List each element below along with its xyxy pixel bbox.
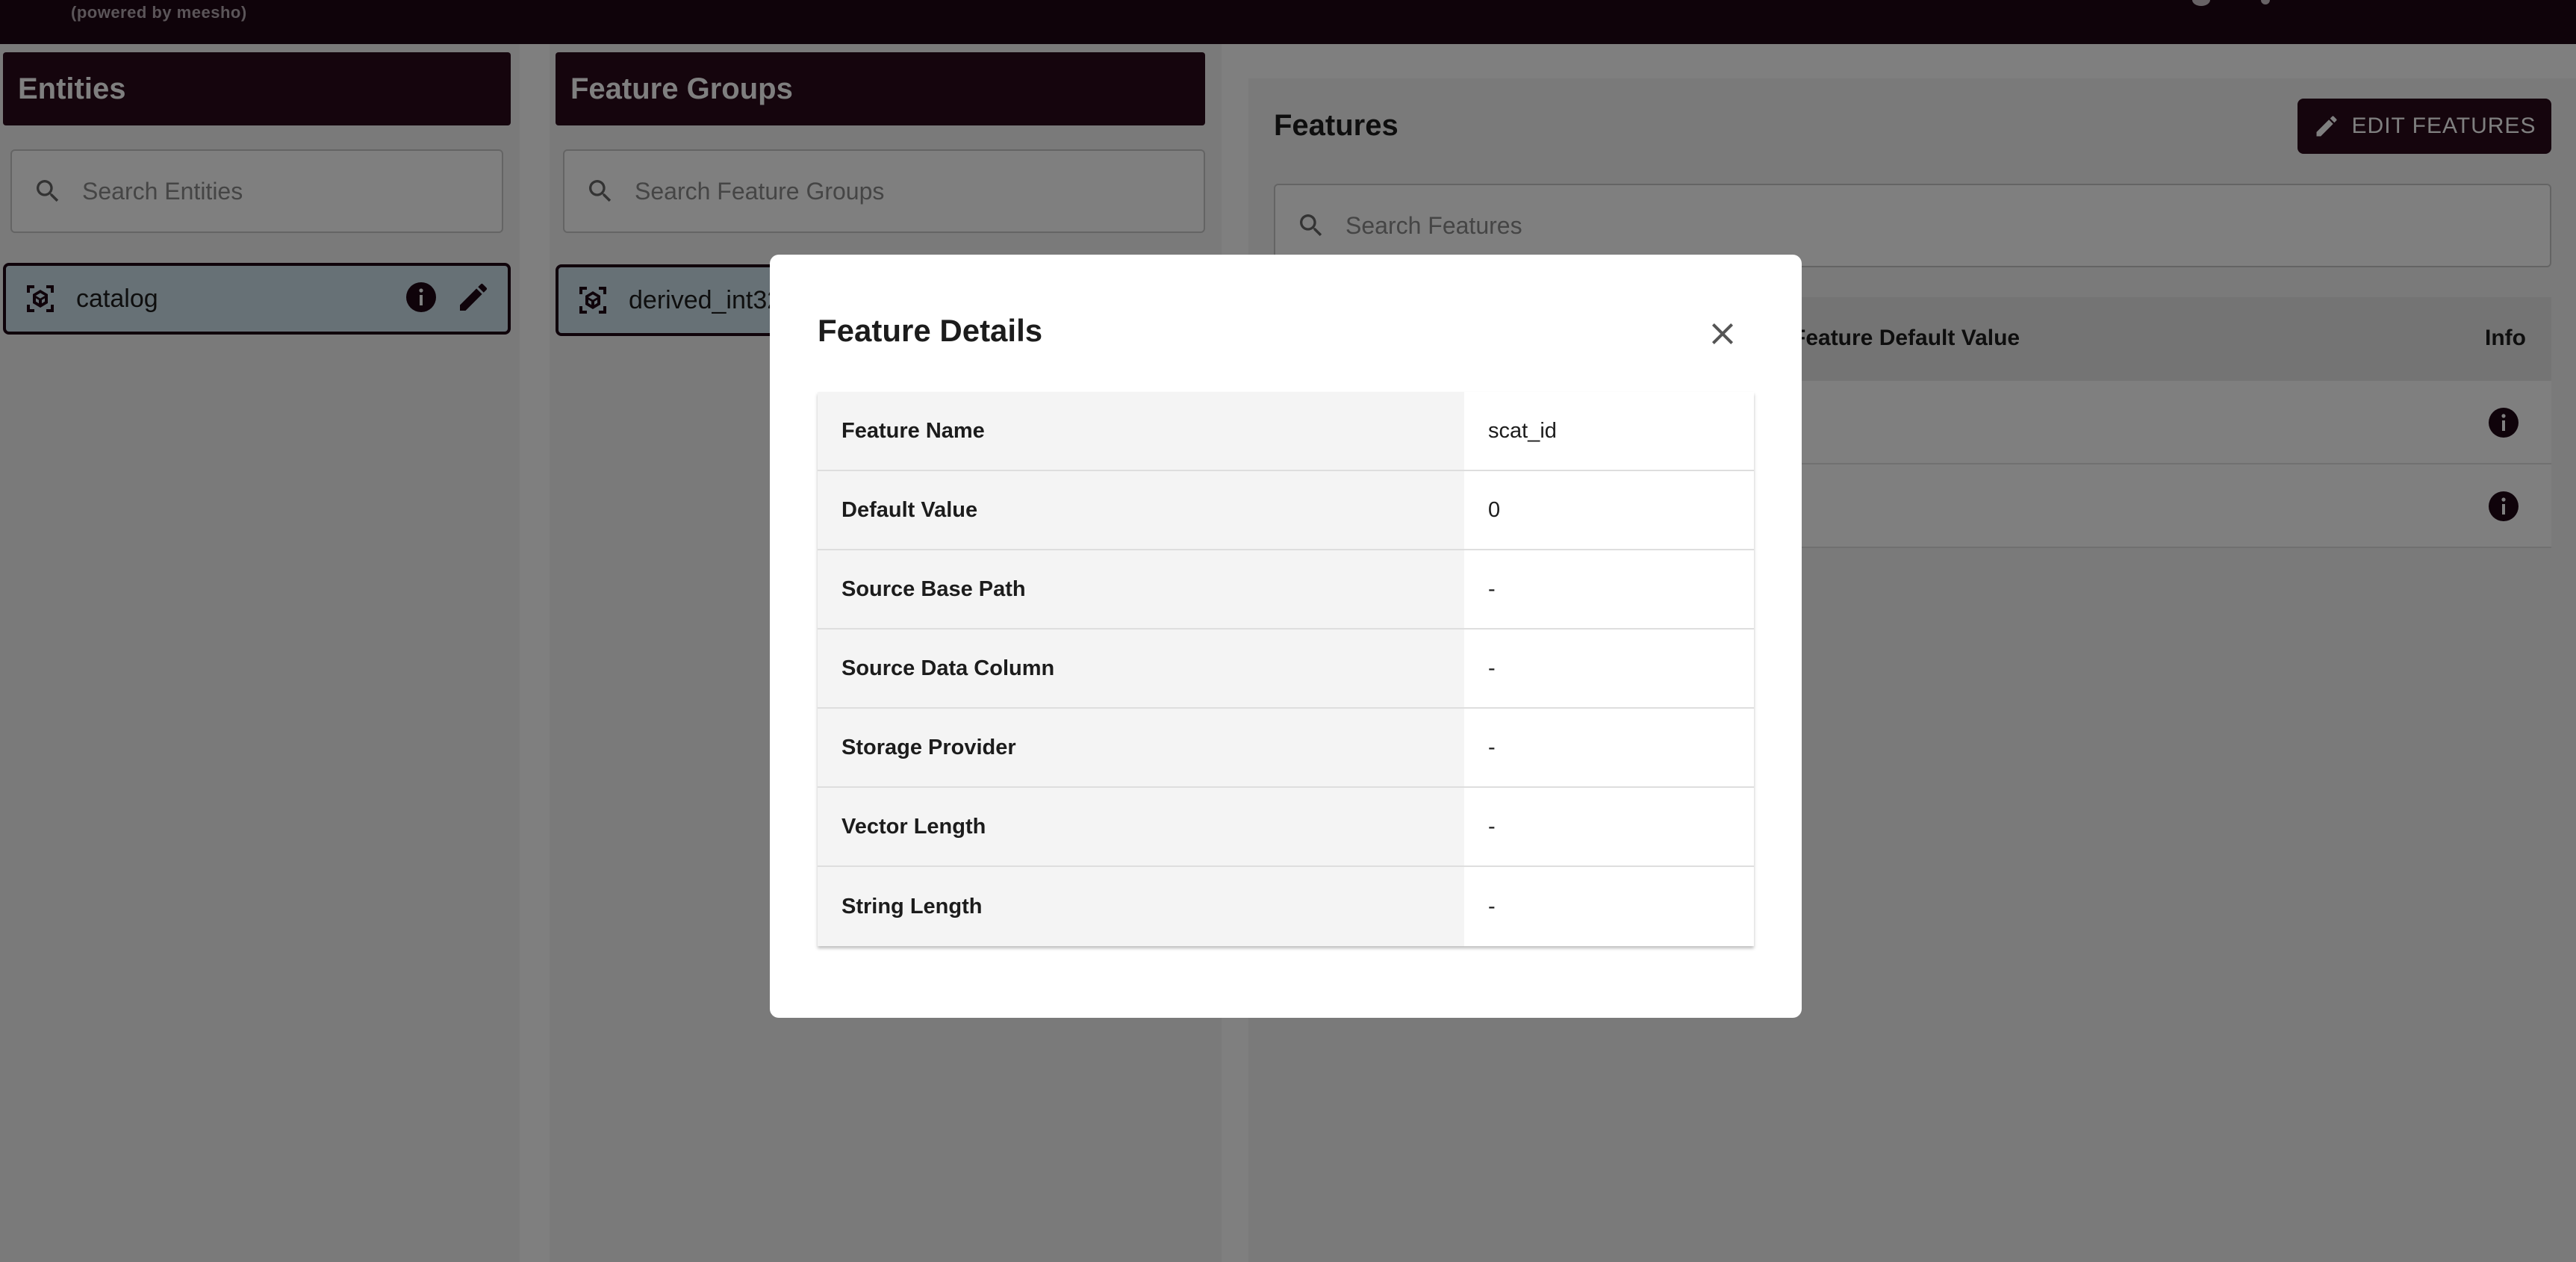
- dialog-title: Feature Details: [818, 313, 1043, 348]
- detail-row-source-data-column: Source Data Column -: [818, 630, 1754, 709]
- detail-row-feature-name: Feature Name scat_id: [818, 392, 1754, 471]
- detail-row-vector-length: Vector Length -: [818, 788, 1754, 867]
- detail-key: String Length: [818, 867, 1464, 946]
- detail-row-source-base-path: Source Base Path -: [818, 550, 1754, 630]
- detail-value: -: [1464, 550, 1754, 628]
- detail-row-storage-provider: Storage Provider -: [818, 709, 1754, 788]
- detail-row-string-length: String Length -: [818, 867, 1754, 946]
- detail-key: Source Data Column: [818, 630, 1464, 707]
- detail-value: -: [1464, 709, 1754, 786]
- feature-details-dialog: Feature Details Feature Name scat_id Def…: [770, 255, 1802, 1018]
- detail-value: 0: [1464, 471, 1754, 549]
- detail-value: scat_id: [1464, 392, 1754, 470]
- detail-key: Source Base Path: [818, 550, 1464, 628]
- detail-value: -: [1464, 630, 1754, 707]
- detail-key: Feature Name: [818, 392, 1464, 470]
- feature-details-table: Feature Name scat_id Default Value 0 Sou…: [818, 392, 1754, 946]
- detail-key: Default Value: [818, 471, 1464, 549]
- detail-value: -: [1464, 867, 1754, 946]
- detail-value: -: [1464, 788, 1754, 865]
- close-icon[interactable]: [1705, 316, 1740, 352]
- detail-key: Vector Length: [818, 788, 1464, 865]
- detail-row-default-value: Default Value 0: [818, 471, 1754, 550]
- detail-key: Storage Provider: [818, 709, 1464, 786]
